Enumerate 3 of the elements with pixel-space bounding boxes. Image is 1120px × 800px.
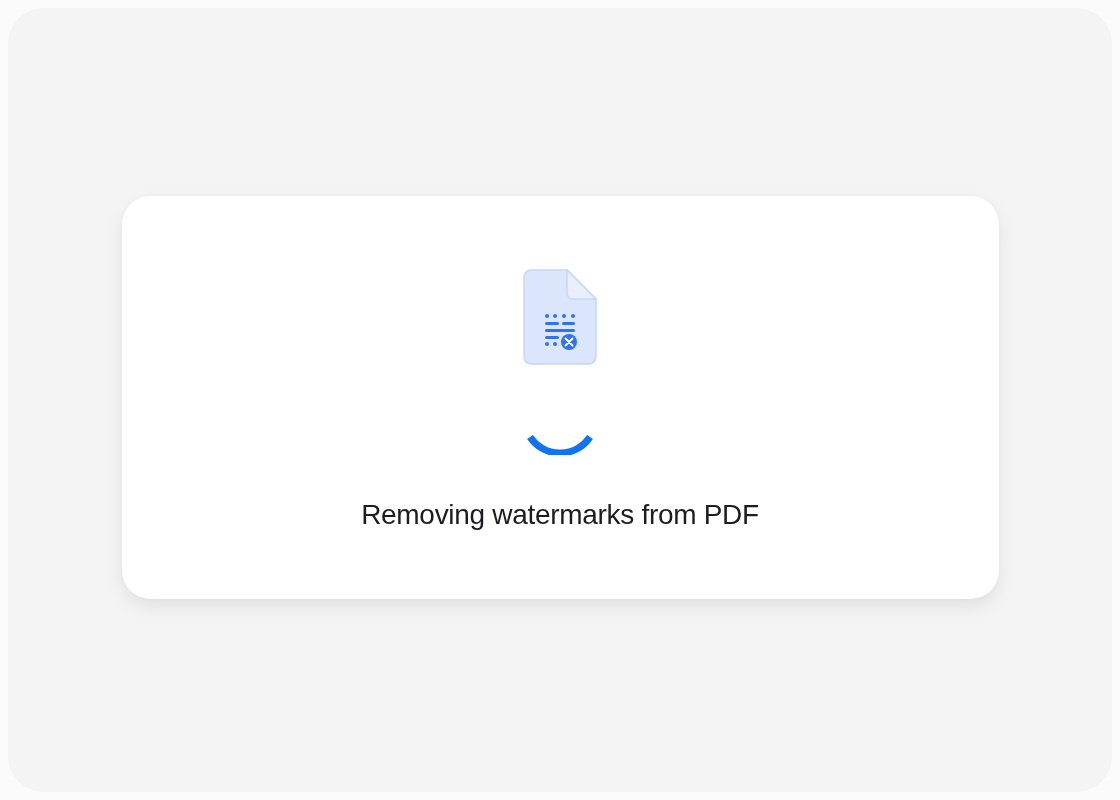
- pdf-file-icon: [523, 269, 597, 365]
- loading-spinner: [526, 433, 594, 455]
- status-message: Removing watermarks from PDF: [361, 499, 759, 531]
